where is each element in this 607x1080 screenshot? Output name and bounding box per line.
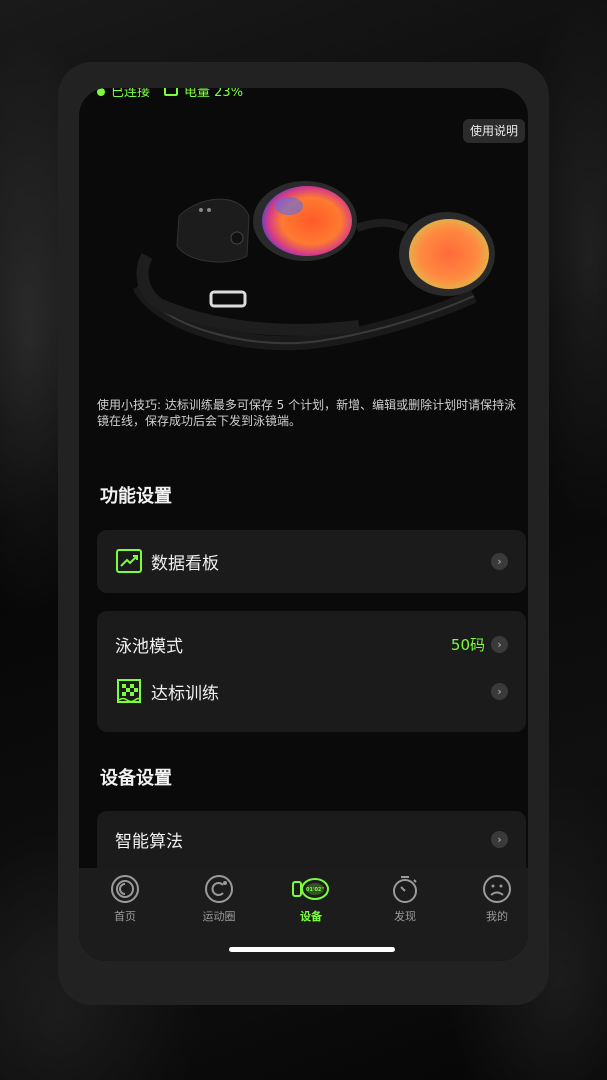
target-training-row[interactable]: 达标训练 ›	[97, 671, 526, 711]
chart-trend-icon	[115, 547, 143, 575]
goggles-image	[132, 181, 495, 351]
tab-profile-label: 我的	[486, 910, 508, 923]
chevron-right-icon: ›	[491, 635, 508, 653]
battery-icon	[164, 88, 179, 96]
device-status: 已连接 电量 23%	[97, 88, 243, 100]
chevron-right-icon: ›	[491, 830, 508, 848]
svg-text:01'02": 01'02"	[306, 887, 324, 893]
home-icon	[111, 875, 139, 903]
usage-tip: 使用小技巧: 达标训练最多可保存 5 个计划，新增、编辑或删除计划时请保持泳镜在…	[97, 398, 517, 428]
dashboard-label: 数据看板	[151, 553, 219, 574]
tab-sport-circle-label: 运动圈	[202, 910, 236, 923]
target-training-label: 达标训练	[151, 683, 219, 704]
tab-discover-label: 发现	[394, 910, 416, 923]
tab-sport-circle[interactable]: 运动圈	[179, 874, 259, 924]
function-settings-title: 功能设置	[100, 486, 172, 507]
home-indicator[interactable]	[229, 947, 395, 952]
goggles-icon: 01'02"	[292, 878, 329, 900]
pool-mode-row[interactable]: 泳池模式 50码 ›	[97, 624, 526, 664]
training-card: 泳池模式 50码 › 达标训练 ›	[97, 611, 526, 732]
dashboard-row[interactable]: 数据看板 ›	[97, 541, 526, 581]
help-button[interactable]: 使用说明	[462, 119, 525, 143]
sport-circle-icon	[205, 875, 233, 903]
device-settings-title: 设备设置	[100, 768, 172, 789]
connected-dot-icon	[97, 88, 105, 96]
smart-algorithm-label: 智能算法	[115, 831, 183, 852]
pool-mode-label: 泳池模式	[115, 636, 183, 657]
chevron-right-icon: ›	[491, 552, 508, 570]
smart-algorithm-row[interactable]: 智能算法 ›	[97, 819, 526, 859]
dashboard-card[interactable]: 数据看板 ›	[97, 530, 526, 593]
tab-device[interactable]: 01'02" 设备	[271, 874, 351, 924]
bottom-tab-bar: 首页 运动圈 01'02" 设备 发现 我的	[79, 868, 528, 961]
chevron-right-icon: ›	[491, 682, 508, 700]
tab-profile[interactable]: 我的	[457, 874, 528, 924]
stopwatch-icon	[393, 876, 417, 903]
battery-status: 电量 23%	[164, 88, 243, 100]
tab-discover[interactable]: 发现	[365, 874, 445, 924]
tab-device-label: 设备	[300, 910, 322, 923]
connection-status: 已连接	[97, 88, 150, 100]
tab-home[interactable]: 首页	[85, 874, 165, 924]
profile-icon	[483, 875, 511, 903]
pool-mode-value: 50码	[450, 635, 485, 654]
target-flag-icon	[115, 677, 143, 705]
tab-home-label: 首页	[114, 910, 136, 923]
app-screen: 已连接 电量 23% 使用说明 使用小技巧: 达标训练最多可保存 5 个计划，新…	[79, 88, 528, 961]
